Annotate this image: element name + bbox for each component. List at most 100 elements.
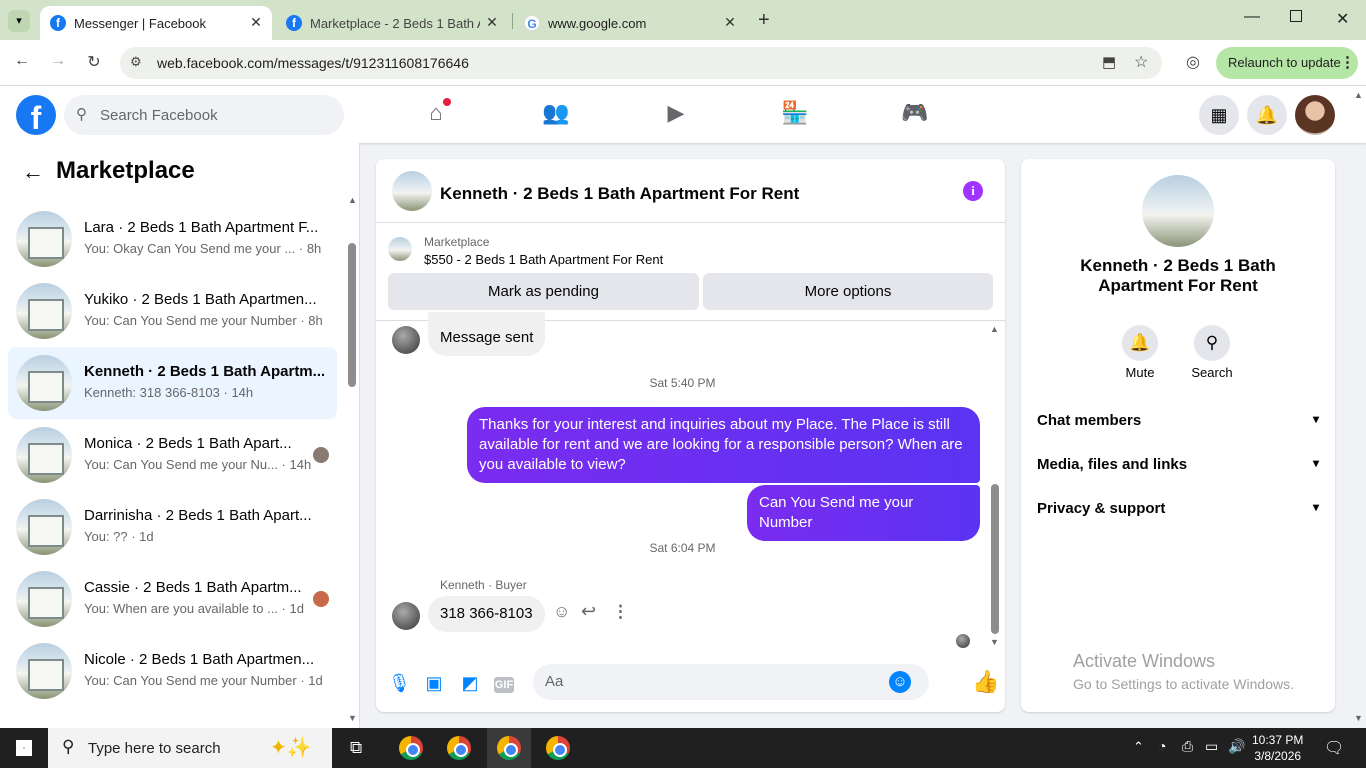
taskbar-clock[interactable]: 10:37 PM 3/8/2026 <box>1252 732 1303 764</box>
facebook-search-input[interactable]: ⚲ Search Facebook <box>64 95 344 135</box>
listing-thumbnail <box>16 643 72 699</box>
outgoing-message[interactable]: Can You Send me your Number <box>747 485 980 541</box>
gaming-icon[interactable]: 🎮 <box>900 100 930 130</box>
chat-scrollbar-thumb[interactable] <box>991 484 999 634</box>
tab-strip: ▾ f Messenger | Facebook ✕ f Marketplace… <box>0 0 1366 40</box>
chat-title[interactable]: Kenneth · 2 Beds 1 Bath Apartment For Re… <box>440 184 799 204</box>
close-tab-icon[interactable]: ✕ <box>484 14 500 31</box>
chevron-down-icon: ▾ <box>1312 500 1319 514</box>
restore-button[interactable] <box>1290 10 1302 22</box>
kebab-menu-icon[interactable]: ⋮ <box>1340 53 1355 71</box>
gif-icon[interactable]: GIF <box>494 677 514 693</box>
listing-avatar[interactable] <box>392 171 432 211</box>
close-tab-icon[interactable]: ✕ <box>248 14 264 31</box>
address-bar[interactable]: ⚙ web.facebook.com/messages/t/9123116081… <box>120 47 1162 79</box>
profile-avatar[interactable] <box>1295 95 1335 135</box>
conversation-item[interactable]: Darrinisha · 2 Beds 1 Bath Apart... You:… <box>8 491 337 563</box>
minimize-button[interactable]: — <box>1244 8 1260 26</box>
sticker-icon[interactable]: ◩ <box>460 673 480 694</box>
install-app-icon[interactable]: ⬒ <box>1102 53 1116 71</box>
conversation-name: Darrinisha · 2 Beds 1 Bath Apart... <box>84 507 312 524</box>
close-tab-icon[interactable]: ✕ <box>722 14 738 31</box>
mute-button[interactable]: 🔔 <box>1122 325 1158 361</box>
privacy-support-section[interactable]: Privacy & support ▾ <box>1037 500 1319 517</box>
emoji-icon[interactable]: ☺ <box>889 671 911 693</box>
reload-icon[interactable]: ↻ <box>82 52 106 72</box>
tab-search-button[interactable]: ▾ <box>8 10 30 32</box>
chrome-taskbar-icon[interactable] <box>399 736 423 760</box>
site-settings-icon[interactable]: ⚙ <box>130 54 142 70</box>
search-label: Search <box>1191 365 1233 380</box>
conversation-item[interactable]: Yukiko · 2 Beds 1 Bath Apartmen... You: … <box>8 275 337 347</box>
friends-icon[interactable]: 👥 <box>541 100 571 130</box>
listing-thumbnail <box>388 237 412 261</box>
video-icon[interactable]: ▶ <box>661 100 691 130</box>
info-icon[interactable]: i <box>963 181 983 201</box>
chrome-taskbar-icon[interactable] <box>447 736 471 760</box>
page-scroll-up-arrow[interactable]: ▲ <box>1354 90 1363 100</box>
scroll-up-arrow[interactable]: ▲ <box>990 324 999 334</box>
browser-toolbar: ← → ↻ ⚙ web.facebook.com/messages/t/9123… <box>0 40 1366 86</box>
listing-avatar-large[interactable] <box>1142 175 1214 247</box>
page-scroll-down-arrow[interactable]: ▼ <box>1354 713 1363 723</box>
facebook-logo[interactable]: f <box>16 95 56 136</box>
show-hidden-icons-icon[interactable]: ⌃ <box>1133 739 1144 755</box>
bell-icon[interactable]: 🔔 <box>1247 95 1287 135</box>
panel-title: Marketplace <box>56 157 195 184</box>
profile-icon[interactable]: ◎ <box>1181 52 1205 72</box>
scroll-up-arrow[interactable]: ▲ <box>348 195 357 205</box>
relaunch-button[interactable]: Relaunch to update ⋮ <box>1216 47 1358 79</box>
bookmark-star-icon[interactable]: ☆ <box>1134 52 1148 72</box>
photo-icon[interactable]: ▣ <box>424 673 444 694</box>
outgoing-message[interactable]: Thanks for your interest and inquiries a… <box>467 407 980 483</box>
reply-icon[interactable]: ↩ <box>581 601 596 622</box>
chat-members-section[interactable]: Chat members ▾ <box>1037 412 1319 429</box>
close-window-button[interactable]: ✕ <box>1336 9 1349 29</box>
like-icon[interactable]: 👍 <box>972 669 999 695</box>
message-input[interactable]: Aa ☺ <box>533 664 929 700</box>
back-arrow-icon[interactable]: ← <box>22 159 44 185</box>
tab-marketplace[interactable]: f Marketplace - 2 Beds 1 Bath Ap ✕ <box>276 6 508 40</box>
taskbar-search-input[interactable]: ⚲ Type here to search ✦✨ <box>48 728 332 768</box>
microphone-icon[interactable]: 🎙 <box>388 673 411 694</box>
chrome-taskbar-icon[interactable] <box>497 736 521 760</box>
chrome-taskbar-icon[interactable] <box>546 736 570 760</box>
url-text[interactable]: web.facebook.com/messages/t/912311608176… <box>157 55 469 71</box>
new-tab-button[interactable]: + <box>758 9 770 32</box>
forward-icon[interactable]: → <box>46 52 70 70</box>
network-icon[interactable]: ◔ <box>1158 738 1166 754</box>
task-view-icon[interactable]: ⧉ <box>350 738 362 758</box>
media-files-links-section[interactable]: Media, files and links ▾ <box>1037 456 1319 473</box>
notification-center-icon[interactable]: 🗨 <box>1324 738 1344 758</box>
scroll-down-arrow[interactable]: ▼ <box>348 713 357 723</box>
more-options-button[interactable]: More options <box>703 273 993 310</box>
marketplace-conversation-list: ← Marketplace Lara · 2 Beds 1 Bath Apart… <box>0 143 360 728</box>
mark-pending-button[interactable]: Mark as pending <box>388 273 699 310</box>
listing-thumbnail <box>16 283 72 339</box>
marketplace-icon[interactable]: 🏪 <box>780 100 810 130</box>
incoming-message[interactable]: 318 366-8103 <box>428 596 545 632</box>
tab-google[interactable]: G www.google.com ✕ <box>514 6 746 40</box>
more-actions-icon[interactable]: ⋮ <box>612 602 629 622</box>
search-button[interactable]: ⚲ <box>1194 325 1230 361</box>
left-scrollbar-thumb[interactable] <box>348 243 356 387</box>
home-icon[interactable]: ⌂ <box>421 98 451 130</box>
listing-title[interactable]: $550 - 2 Beds 1 Bath Apartment For Rent <box>424 252 663 267</box>
conversation-item[interactable]: Lara · 2 Beds 1 Bath Apartment F... You:… <box>8 203 337 275</box>
scroll-down-arrow[interactable]: ▼ <box>990 637 999 647</box>
conversation-snippet: You: Okay Can You Send me your ... · 8h <box>84 241 322 256</box>
conversation-item[interactable]: Nicole · 2 Beds 1 Bath Apartmen... You: … <box>8 635 337 707</box>
volume-icon[interactable]: 🔊 <box>1228 738 1245 755</box>
tab-messenger[interactable]: f Messenger | Facebook ✕ <box>40 6 272 40</box>
conversation-item[interactable]: Cassie · 2 Beds 1 Bath Apartm... You: Wh… <box>8 563 337 635</box>
react-icon[interactable]: ☺ <box>553 602 570 622</box>
conversation-item-selected[interactable]: Kenneth · 2 Beds 1 Bath Apartm... Kennet… <box>8 347 337 419</box>
back-icon[interactable]: ← <box>10 52 34 70</box>
facebook-header: f ⚲ Search Facebook ⌂ 👥 ▶ 🏪 🎮 ▦ 🔔 <box>0 86 1366 143</box>
menu-grid-icon[interactable]: ▦ <box>1199 95 1239 135</box>
device-icon[interactable]: ⎙ <box>1182 738 1193 755</box>
windows-start-icon[interactable] <box>16 740 32 756</box>
conversation-item[interactable]: Monica · 2 Beds 1 Bath Apart... You: Can… <box>8 419 337 491</box>
tab-label: www.google.com <box>548 15 647 31</box>
battery-icon[interactable]: ▭ <box>1205 738 1218 755</box>
